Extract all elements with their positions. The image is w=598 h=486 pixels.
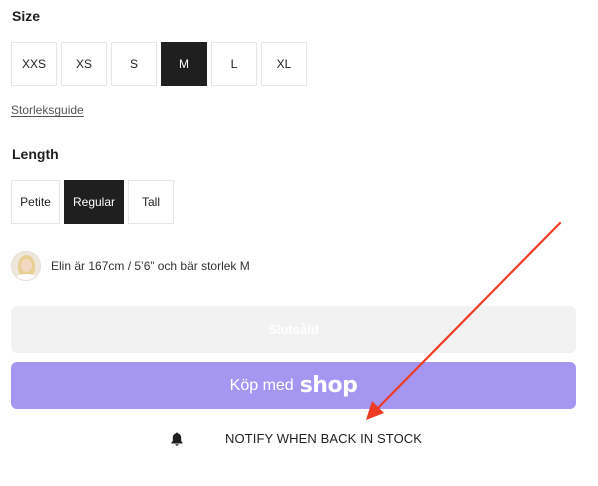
length-options: Petite Regular Tall (11, 180, 174, 224)
shop-pay-logo: shop (299, 373, 358, 398)
size-option-xl[interactable]: XL (261, 42, 307, 86)
length-title: Length (12, 146, 59, 162)
size-option-m[interactable]: M (161, 42, 207, 86)
notify-back-in-stock-button[interactable]: NOTIFY WHEN BACK IN STOCK (0, 426, 598, 452)
model-info-text: Elin är 167cm / 5’6” och bär storlek M (51, 259, 250, 273)
length-option-petite[interactable]: Petite (11, 180, 60, 224)
shop-pay-button[interactable]: Köp med shop (11, 362, 576, 409)
size-option-xs[interactable]: XS (61, 42, 107, 86)
size-option-l[interactable]: L (211, 42, 257, 86)
size-option-s[interactable]: S (111, 42, 157, 86)
size-title: Size (12, 8, 41, 24)
bell-icon (171, 432, 183, 446)
size-guide-link[interactable]: Storleksguide (11, 103, 84, 117)
avatar (11, 251, 41, 281)
length-option-tall[interactable]: Tall (128, 180, 174, 224)
model-info: Elin är 167cm / 5’6” och bär storlek M (11, 251, 250, 281)
size-options: XXS XS S M L XL (11, 42, 307, 86)
shop-pay-label: Köp med (229, 376, 294, 394)
size-option-xxs[interactable]: XXS (11, 42, 57, 86)
sold-out-button[interactable]: Slutsåld (11, 306, 576, 353)
notify-label: NOTIFY WHEN BACK IN STOCK (225, 431, 423, 446)
length-option-regular[interactable]: Regular (64, 180, 124, 224)
